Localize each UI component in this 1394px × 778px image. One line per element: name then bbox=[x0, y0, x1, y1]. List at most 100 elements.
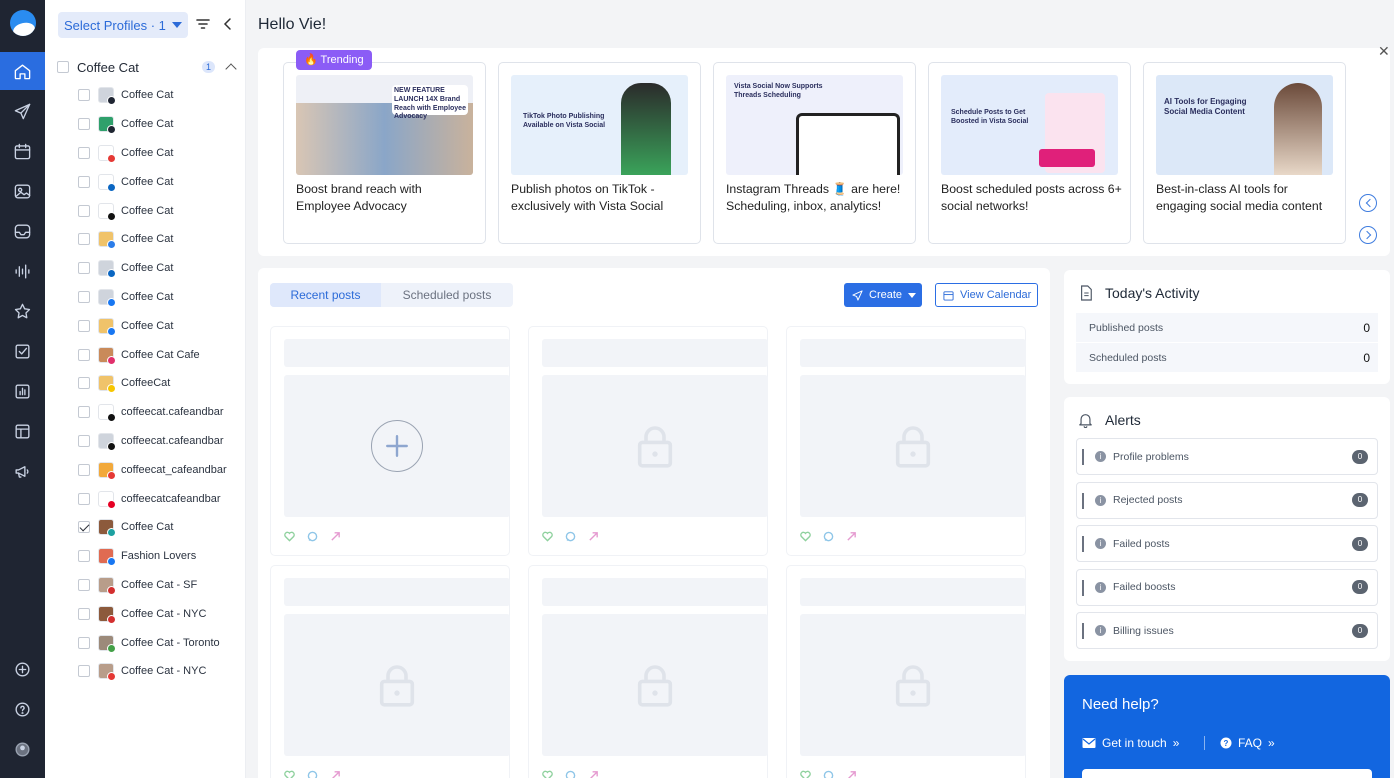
comment-icon[interactable] bbox=[565, 531, 576, 542]
add-circle-icon[interactable] bbox=[0, 650, 45, 688]
share-icon[interactable] bbox=[588, 770, 599, 778]
profile-checkbox[interactable] bbox=[78, 377, 90, 390]
profile-item[interactable]: Fashion Lovers bbox=[77, 542, 242, 571]
add-post-button[interactable] bbox=[371, 420, 423, 472]
reviews-star-icon[interactable] bbox=[0, 292, 45, 330]
profile-item[interactable]: Coffee Cat bbox=[77, 196, 242, 225]
profile-item[interactable]: Coffee Cat Cafe bbox=[77, 340, 242, 369]
profile-checkbox[interactable] bbox=[78, 607, 90, 620]
heart-icon[interactable] bbox=[542, 770, 553, 778]
faq-link[interactable]: ? FAQ » bbox=[1220, 736, 1275, 750]
profile-checkbox[interactable] bbox=[78, 175, 90, 188]
profile-checkbox[interactable] bbox=[78, 262, 90, 275]
heart-icon[interactable] bbox=[800, 770, 811, 778]
profile-checkbox[interactable] bbox=[78, 319, 90, 332]
profile-checkbox[interactable] bbox=[78, 578, 90, 591]
profile-checkbox[interactable] bbox=[78, 204, 90, 217]
post-placeholder-card[interactable] bbox=[786, 565, 1026, 778]
tasks-check-icon[interactable] bbox=[0, 332, 45, 370]
trending-card[interactable]: NEW FEATURE LAUNCH 14X Brand Reach with … bbox=[283, 62, 486, 244]
profile-item[interactable]: Coffee Cat bbox=[77, 167, 242, 196]
alert-row[interactable]: i Rejected posts 0 bbox=[1076, 481, 1378, 519]
share-icon[interactable] bbox=[588, 531, 599, 542]
comment-icon[interactable] bbox=[307, 770, 318, 778]
profile-item[interactable]: Coffee Cat - NYC bbox=[77, 599, 242, 628]
profile-item[interactable]: Coffee Cat bbox=[77, 311, 242, 340]
profile-item[interactable]: coffeecat_cafeandbar bbox=[77, 455, 242, 484]
profile-item[interactable]: coffeecat.cafeandbar bbox=[77, 398, 242, 427]
trending-card[interactable]: Schedule Posts to Get Boosted in Vista S… bbox=[928, 62, 1131, 244]
app-logo[interactable] bbox=[10, 10, 36, 36]
collapse-panel-icon[interactable] bbox=[222, 17, 234, 31]
heart-icon[interactable] bbox=[284, 531, 295, 542]
profile-item[interactable]: Coffee Cat bbox=[77, 254, 242, 283]
select-profiles-dropdown[interactable]: Select Profiles · 1 bbox=[58, 12, 188, 38]
alert-row[interactable]: i Failed posts 0 bbox=[1076, 525, 1378, 563]
profile-item[interactable]: Coffee Cat - Toronto bbox=[77, 628, 242, 657]
filter-icon[interactable] bbox=[196, 17, 210, 31]
profile-group-header[interactable]: Coffee Cat 1 bbox=[57, 58, 237, 76]
share-icon[interactable] bbox=[846, 770, 857, 778]
calendar-icon[interactable] bbox=[0, 132, 45, 170]
tab-scheduled-posts[interactable]: Scheduled posts bbox=[381, 283, 513, 307]
profile-checkbox[interactable] bbox=[78, 146, 90, 159]
trending-next-button[interactable] bbox=[1359, 226, 1377, 244]
create-button[interactable]: Create bbox=[844, 283, 922, 307]
share-icon[interactable] bbox=[846, 531, 857, 542]
comment-icon[interactable] bbox=[823, 531, 834, 542]
heart-icon[interactable] bbox=[542, 531, 553, 542]
help-input-field[interactable] bbox=[1082, 769, 1372, 778]
profile-item[interactable]: CoffeeCat bbox=[77, 369, 242, 398]
layout-icon[interactable] bbox=[0, 412, 45, 450]
post-placeholder-card[interactable] bbox=[528, 326, 768, 556]
profile-checkbox[interactable] bbox=[78, 492, 90, 505]
profile-item[interactable]: Coffee Cat bbox=[77, 225, 242, 254]
megaphone-icon[interactable] bbox=[0, 452, 45, 490]
profile-checkbox[interactable] bbox=[78, 118, 90, 131]
profile-item[interactable]: Coffee Cat - SF bbox=[77, 571, 242, 600]
publish-send-icon[interactable] bbox=[0, 92, 45, 130]
post-placeholder-card[interactable] bbox=[786, 326, 1026, 556]
comment-icon[interactable] bbox=[307, 531, 318, 542]
profile-item[interactable]: Coffee Cat - NYC bbox=[77, 657, 242, 686]
listening-waveform-icon[interactable] bbox=[0, 252, 45, 290]
profile-checkbox[interactable] bbox=[78, 89, 90, 102]
profile-checkbox[interactable] bbox=[78, 521, 90, 534]
profile-checkbox[interactable] bbox=[78, 550, 90, 563]
tab-recent-posts[interactable]: Recent posts bbox=[270, 283, 381, 307]
post-placeholder-card[interactable] bbox=[528, 565, 768, 778]
profile-item[interactable]: coffeecat.cafeandbar bbox=[77, 427, 242, 456]
trending-card[interactable]: TikTok Photo Publishing Available on Vis… bbox=[498, 62, 701, 244]
profile-item[interactable]: Coffee Cat bbox=[77, 81, 242, 110]
profile-checkbox[interactable] bbox=[78, 434, 90, 447]
post-placeholder-card[interactable] bbox=[270, 326, 510, 556]
inbox-icon[interactable] bbox=[0, 212, 45, 250]
group-checkbox[interactable] bbox=[57, 61, 69, 73]
profile-checkbox[interactable] bbox=[78, 463, 90, 476]
help-question-icon[interactable] bbox=[0, 690, 45, 728]
profile-item[interactable]: Coffee Cat bbox=[77, 283, 242, 312]
trending-prev-button[interactable] bbox=[1359, 194, 1377, 212]
heart-icon[interactable] bbox=[800, 531, 811, 542]
profile-checkbox[interactable] bbox=[78, 636, 90, 649]
profile-item[interactable]: Coffee Cat bbox=[77, 139, 242, 168]
view-calendar-button[interactable]: View Calendar bbox=[935, 283, 1038, 307]
profile-item[interactable]: Coffee Cat bbox=[77, 110, 242, 139]
alert-row[interactable]: i Billing issues 0 bbox=[1076, 612, 1378, 650]
comment-icon[interactable] bbox=[823, 770, 834, 778]
reports-chart-icon[interactable] bbox=[0, 372, 45, 410]
profile-checkbox[interactable] bbox=[78, 406, 90, 419]
home-icon[interactable] bbox=[0, 52, 45, 90]
share-icon[interactable] bbox=[330, 770, 341, 778]
get-in-touch-link[interactable]: Get in touch » bbox=[1082, 736, 1179, 750]
trending-card[interactable]: AI Tools for Engaging Social Media Conte… bbox=[1143, 62, 1346, 244]
media-library-icon[interactable] bbox=[0, 172, 45, 210]
heart-icon[interactable] bbox=[284, 770, 295, 778]
comment-icon[interactable] bbox=[565, 770, 576, 778]
profile-item[interactable]: Coffee Cat bbox=[77, 513, 242, 542]
profile-item[interactable]: coffeecatcafeandbar bbox=[77, 484, 242, 513]
trending-card[interactable]: Vista Social Now Supports Threads Schedu… bbox=[713, 62, 916, 244]
close-icon[interactable]: ✕ bbox=[1378, 43, 1390, 60]
chevron-up-icon[interactable] bbox=[225, 63, 237, 75]
share-icon[interactable] bbox=[330, 531, 341, 542]
